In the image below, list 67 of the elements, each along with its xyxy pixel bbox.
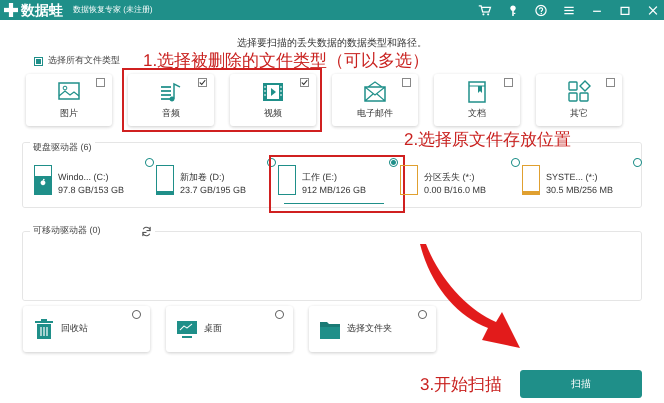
checkbox[interactable] [606, 78, 615, 87]
select-all-checkbox[interactable] [34, 56, 43, 66]
radio-button[interactable] [132, 310, 141, 319]
prompt-text: 选择要扫描的丢失数据的数据类型和路径。 [236, 36, 428, 50]
drive-item[interactable]: 新加卷 (D:) 23.7 GB/195 GB [154, 162, 276, 206]
help-icon[interactable] [534, 4, 548, 16]
plus-logo-icon [4, 3, 18, 17]
radio-button[interactable] [275, 310, 284, 319]
file-type-label: 其它 [570, 106, 588, 120]
file-type-label: 图片 [60, 106, 78, 120]
drive-item[interactable]: Windo... (C:) 97.8 GB/153 GB [32, 162, 154, 206]
drive-item[interactable]: 分区丢失 (*:) 0.00 B/16.0 MB [398, 162, 520, 206]
step-annotation: 2.选择原文件存放位置 [404, 129, 572, 151]
file-type-label: 文档 [468, 106, 486, 120]
select-all-label: 选择所有文件类型 [48, 54, 120, 68]
checkbox[interactable] [96, 78, 105, 87]
drive-name: SYSTE... (*:) [546, 171, 599, 184]
scan-button[interactable]: 扫描 [520, 370, 642, 398]
drive-item[interactable]: 工作 (E:) 912 MB/126 GB [276, 162, 398, 206]
radio-button[interactable] [145, 158, 154, 167]
checkbox[interactable] [402, 78, 411, 87]
drive-size: 97.8 GB/153 GB [58, 184, 124, 197]
drive-size: 0.00 B/16.0 MB [424, 184, 486, 197]
location-card[interactable]: 选择文件夹 [309, 306, 436, 352]
section-title: 硬盘驱动器 (6) [30, 142, 94, 152]
monitor-icon [176, 318, 198, 340]
drive-name: 新加卷 (D:) [180, 171, 226, 184]
radio-button[interactable] [511, 158, 520, 167]
drive-size: 23.7 GB/195 GB [180, 184, 246, 197]
cart-icon[interactable] [478, 4, 492, 16]
checkbox[interactable] [300, 78, 309, 87]
file-type-card[interactable]: 电子邮件 [332, 74, 418, 126]
location-label: 选择文件夹 [347, 322, 392, 336]
file-type-label: 电子邮件 [357, 106, 393, 120]
section-title: 可移动驱动器 (0) [33, 224, 100, 238]
file-type-card[interactable]: 音频 [128, 74, 214, 126]
location-card[interactable]: 桌面 [166, 306, 293, 352]
file-type-card[interactable]: 图片 [26, 74, 112, 126]
radio-button[interactable] [389, 158, 398, 167]
location-label: 回收站 [61, 322, 88, 336]
location-card[interactable]: 回收站 [23, 306, 150, 352]
location-label: 桌面 [204, 322, 222, 336]
refresh-icon[interactable] [140, 226, 152, 236]
file-type-label: 音频 [162, 106, 180, 120]
checkbox[interactable] [504, 78, 513, 87]
drive-item[interactable]: SYSTE... (*:) 30.5 MB/256 MB [520, 162, 642, 206]
step-annotation: 1.选择被删除的文件类型（可以多选） [143, 50, 430, 72]
trash-can-icon [33, 318, 55, 340]
envelope-icon [363, 80, 387, 104]
app-brand: 数据蛙 [21, 2, 63, 18]
close-icon[interactable] [646, 4, 660, 16]
file-type-card[interactable]: 视频 [230, 74, 316, 126]
radio-button[interactable] [418, 310, 427, 319]
window-title: 数据恢复专家 (未注册) [73, 4, 153, 16]
radio-button[interactable] [633, 158, 642, 167]
shapes-icon [567, 80, 591, 104]
drive-name: Windo... (C:) [58, 171, 110, 184]
file-type-card[interactable]: 文档 [434, 74, 520, 126]
drive-size: 30.5 MB/256 MB [546, 184, 614, 197]
checkbox[interactable] [198, 78, 207, 87]
drive-size: 912 MB/126 GB [302, 184, 366, 197]
drive-name: 工作 (E:) [302, 171, 338, 184]
file-type-label: 视频 [264, 106, 282, 120]
drive-name: 分区丢失 (*:) [424, 171, 476, 184]
file-type-card[interactable]: 其它 [536, 74, 622, 126]
step-annotation: 3.开始扫描 [420, 374, 502, 396]
radio-button[interactable] [267, 158, 276, 167]
